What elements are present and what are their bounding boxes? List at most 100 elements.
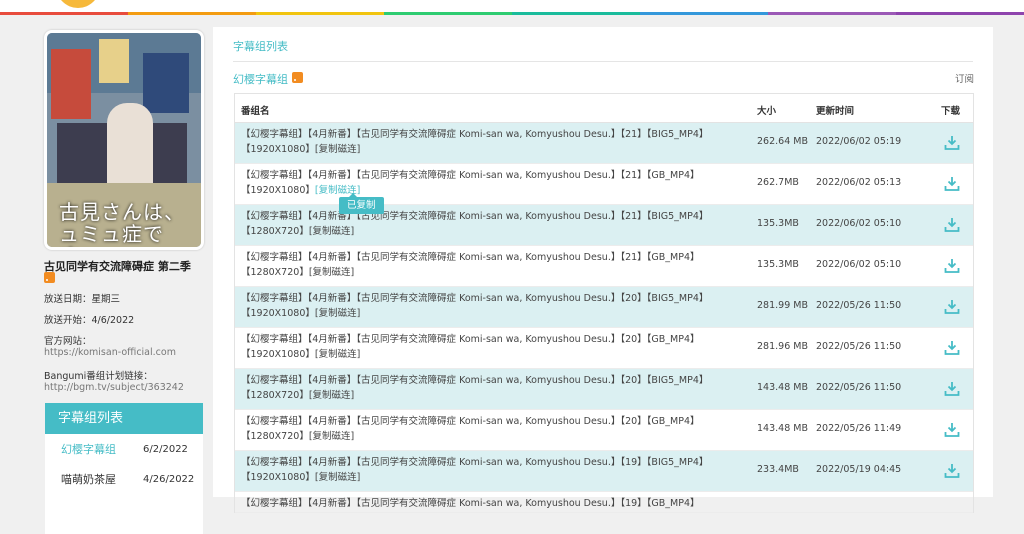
download-icon[interactable]: [944, 135, 960, 151]
release-name: 【幻樱字幕组】【4月新番】【古见同学有交流障碍症 Komi-san wa, Ko…: [241, 250, 741, 280]
release-title-line2: 【1920X1080】[复制磁连]: [241, 470, 741, 485]
table-row: 【幻樱字幕组】【4月新番】【古见同学有交流障碍症 Komi-san wa, Ko…: [235, 492, 973, 513]
table-row: 【幻樱字幕组】【4月新番】【古见同学有交流障碍症 Komi-san wa, Ko…: [235, 246, 973, 287]
resolution-text: 【1280X720】: [241, 390, 309, 401]
rainbow-segment: [512, 12, 640, 15]
update-time: 2022/06/02 05:10: [816, 259, 902, 270]
release-name: 【幻樱字幕组】【4月新番】【古见同学有交流障碍症 Komi-san wa, Ko…: [241, 496, 741, 511]
column-header-size: 大小: [757, 106, 777, 117]
title-divider: [233, 61, 973, 62]
copy-magnet-link[interactable]: [复制磁连]: [309, 267, 354, 278]
download-icon[interactable]: [944, 381, 960, 397]
anime-poster: 古見さんは、 ュミュ症です。: [44, 30, 204, 250]
table-body: 【幻樱字幕组】【4月新番】【古见同学有交流障碍症 Komi-san wa, Ko…: [235, 123, 973, 513]
rainbow-segment: [384, 12, 512, 15]
release-title-line: 【幻樱字幕组】【4月新番】【古见同学有交流障碍症 Komi-san wa, Ko…: [241, 170, 700, 181]
table-row: 【幻樱字幕组】【4月新番】【古见同学有交流障碍症 Komi-san wa, Ko…: [235, 287, 973, 328]
copy-magnet-link[interactable]: [复制磁连]: [315, 472, 360, 483]
bangumi-link[interactable]: http://bgm.tv/subject/363242: [44, 382, 184, 393]
download-icon[interactable]: [944, 217, 960, 233]
release-name: 【幻樱字幕组】【4月新番】【古见同学有交流障碍症 Komi-san wa, Ko…: [241, 332, 741, 362]
table-header: 番组名 大小 更新时间 下载: [235, 94, 973, 123]
air-date: 放送日期：星期三: [44, 294, 121, 305]
copy-magnet-link[interactable]: [复制磁连]: [309, 226, 354, 237]
release-title-line: 【幻樱字幕组】【4月新番】【古见同学有交流障碍症 Komi-san wa, Ko…: [241, 498, 700, 509]
download-icon[interactable]: [944, 299, 960, 315]
table-row: 【幻樱字幕组】【4月新番】【古见同学有交流障碍症 Komi-san wa, Ko…: [235, 451, 973, 492]
sidebar-group-list: 幻樱字幕组 6/2/2022 喵萌奶茶屋 4/26/2022: [45, 434, 203, 534]
sidebar-item-label: 幻樱字幕组: [61, 443, 116, 456]
release-name: 【幻樱字幕组】【4月新番】【古见同学有交流障碍症 Komi-san wa, Ko…: [241, 414, 741, 444]
poster-title-text: 古見さんは、 ュミュ症です。: [59, 200, 185, 247]
release-title-line: 【幻樱字幕组】【4月新番】【古见同学有交流障碍症 Komi-san wa, Ko…: [241, 211, 709, 222]
start-date: 放送开始：4/6/2022: [44, 315, 135, 326]
table-row: 【幻樱字幕组】【4月新番】【古见同学有交流障碍症 Komi-san wa, Ko…: [235, 410, 973, 451]
update-time: 2022/05/19 04:45: [816, 464, 902, 475]
release-name: 【幻樱字幕组】【4月新番】【古见同学有交流障碍症 Komi-san wa, Ko…: [241, 127, 741, 157]
rainbow-segment: [768, 12, 896, 15]
copy-magnet-link[interactable]: [复制磁连]: [315, 308, 360, 319]
release-title-line: 【幻樱字幕组】【4月新番】【古见同学有交流障碍症 Komi-san wa, Ko…: [241, 334, 700, 345]
download-icon[interactable]: [944, 422, 960, 438]
resolution-text: 【1920X1080】: [241, 472, 315, 483]
copied-tooltip: 已复制: [339, 193, 384, 214]
resolution-text: 【1920X1080】: [241, 308, 315, 319]
rainbow-segment: [896, 12, 1024, 15]
rss-icon[interactable]: [292, 72, 303, 83]
bangumi-label: Bangumi番组计划链接：: [44, 371, 153, 382]
update-time: 2022/05/26 11:49: [816, 423, 902, 434]
rss-icon[interactable]: [44, 272, 55, 283]
download-icon[interactable]: [944, 463, 960, 479]
copy-magnet-link[interactable]: [复制磁连]: [315, 144, 360, 155]
release-name: 【幻樱字幕组】【4月新番】【古见同学有交流障碍症 Komi-san wa, Ko…: [241, 209, 741, 239]
update-time: 2022/06/02 05:10: [816, 218, 902, 229]
resolution-text: 【1280X720】: [241, 226, 309, 237]
release-title-line2: 【1280X720】[复制磁连]: [241, 265, 741, 280]
copy-magnet-link[interactable]: [复制磁连]: [309, 431, 354, 442]
sidebar-item-huanying[interactable]: 幻樱字幕组 6/2/2022: [45, 436, 203, 464]
file-size: 233.4MB: [757, 464, 799, 475]
rainbow-segment: [256, 12, 384, 15]
update-time: 2022/05/26 11:50: [816, 382, 902, 393]
file-size: 135.3MB: [757, 218, 799, 229]
rainbow-segment: [0, 12, 128, 15]
file-size: 143.48 MB: [757, 382, 808, 393]
resolution-text: 【1280X720】: [241, 267, 309, 278]
subscribe-link[interactable]: 订阅: [955, 71, 974, 85]
download-icon[interactable]: [944, 340, 960, 356]
group-name-link[interactable]: 幻樱字幕组: [233, 71, 288, 87]
top-header: [0, 0, 1024, 12]
main-panel: 字幕组列表 幻樱字幕组 订阅 番组名 大小 更新时间 下载 【幻樱字幕组】【4月…: [213, 27, 993, 513]
official-site-link[interactable]: https://komisan-official.com: [44, 347, 176, 358]
file-size: 135.3MB: [757, 259, 799, 270]
file-size: 262.7MB: [757, 177, 799, 188]
table-row: 【幻樱字幕组】【4月新番】【古见同学有交流障碍症 Komi-san wa, Ko…: [235, 164, 973, 214]
resolution-text: 【1920X1080】: [241, 349, 315, 360]
download-icon[interactable]: [944, 176, 960, 192]
copy-magnet-link[interactable]: [复制磁连]: [315, 349, 360, 360]
anime-title: 古见同学有交流障碍症 第二季: [44, 260, 191, 273]
release-title-line2: 【1280X720】[复制磁连]: [241, 388, 741, 403]
release-title-line: 【幻樱字幕组】【4月新番】【古见同学有交流障碍症 Komi-san wa, Ko…: [241, 252, 700, 263]
site-logo[interactable]: [56, 0, 100, 8]
resolution-text: 【1280X720】: [241, 431, 309, 442]
rainbow-segment: [640, 12, 768, 15]
table-row: 【幻樱字幕组】【4月新番】【古见同学有交流障碍症 Komi-san wa, Ko…: [235, 369, 973, 410]
table-row: 【幻樱字幕组】【4月新番】【古见同学有交流障碍症 Komi-san wa, Ko…: [235, 328, 973, 369]
release-name: 【幻樱字幕组】【4月新番】【古见同学有交流障碍症 Komi-san wa, Ko…: [241, 373, 741, 403]
update-time: 2022/06/02 05:13: [816, 177, 902, 188]
file-size: 143.48 MB: [757, 423, 808, 434]
release-title-line2: 【1920X1080】[复制磁连]: [241, 306, 741, 321]
release-title-line: 【幻樱字幕组】【4月新番】【古见同学有交流障碍症 Komi-san wa, Ko…: [241, 129, 709, 140]
release-title-line2: 【1920X1080】[复制磁连]: [241, 183, 741, 198]
download-icon[interactable]: [944, 258, 960, 274]
rainbow-segment: [128, 12, 256, 15]
release-title-line2: 【1280X720】[复制磁连]: [241, 224, 741, 239]
copy-magnet-link[interactable]: [复制磁连]: [309, 390, 354, 401]
release-title-line2: 【1280X720】[复制磁连]: [241, 429, 741, 444]
release-title-line: 【幻樱字幕组】【4月新番】【古见同学有交流障碍症 Komi-san wa, Ko…: [241, 293, 709, 304]
release-name: 【幻樱字幕组】【4月新番】【古见同学有交流障碍症 Komi-san wa, Ko…: [241, 291, 741, 321]
column-header-name: 番组名: [241, 106, 270, 117]
file-size: 281.96 MB: [757, 341, 808, 352]
release-title-line: 【幻樱字幕组】【4月新番】【古见同学有交流障碍症 Komi-san wa, Ko…: [241, 416, 700, 427]
